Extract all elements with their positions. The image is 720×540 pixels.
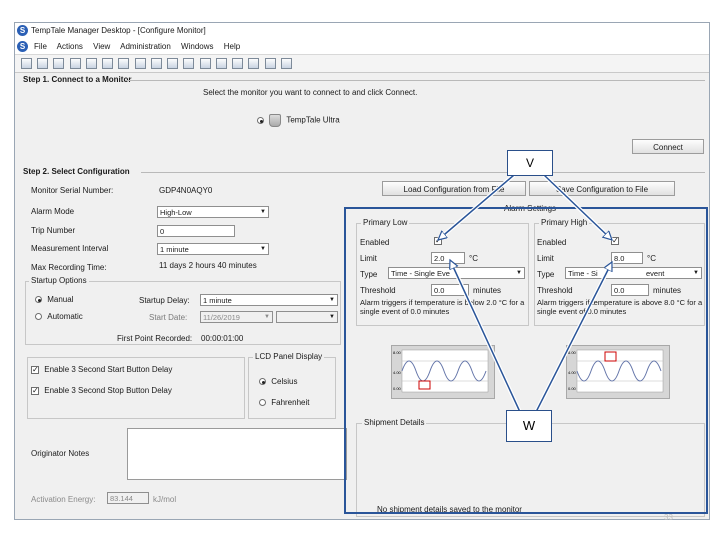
v-arrow-to-high-enabled — [543, 174, 612, 240]
annotation-arrows — [436, 173, 614, 413]
v-arrows — [436, 173, 614, 242]
annotation-label-w: W — [506, 410, 552, 442]
w-arrow-to-low-limit — [450, 260, 521, 413]
annotation-label-v: V — [507, 150, 553, 176]
v-arrow-to-low-enabled — [438, 174, 515, 240]
w-arrows — [448, 260, 614, 413]
w-arrow-to-high-limit — [535, 262, 613, 413]
page-number: 33 — [664, 513, 673, 522]
